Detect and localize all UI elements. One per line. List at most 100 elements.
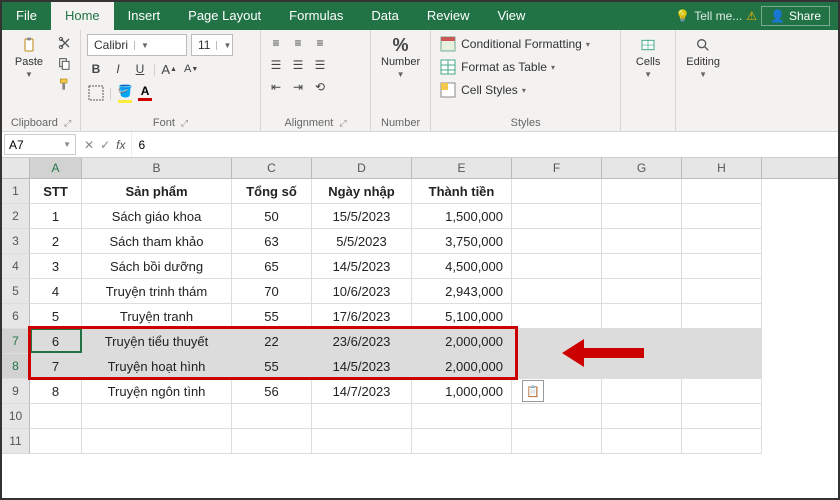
cell[interactable] bbox=[602, 229, 682, 254]
font-name-combo[interactable]: Calibri▼ bbox=[87, 34, 187, 56]
tab-insert[interactable]: Insert bbox=[114, 2, 175, 30]
cell[interactable] bbox=[412, 404, 512, 429]
cell[interactable]: 70 bbox=[232, 279, 312, 304]
font-size-combo[interactable]: 11▼ bbox=[191, 34, 233, 56]
cell[interactable]: 22 bbox=[232, 329, 312, 354]
align-left-icon[interactable]: ☰ bbox=[267, 56, 285, 74]
decrease-indent-icon[interactable]: ⇤ bbox=[267, 78, 285, 96]
tab-file[interactable]: File bbox=[2, 2, 51, 30]
select-all-corner[interactable] bbox=[2, 158, 30, 178]
cell[interactable]: Ngày nhập bbox=[312, 179, 412, 204]
paste-options-button[interactable]: 📋 bbox=[522, 380, 544, 402]
col-header-F[interactable]: F bbox=[512, 158, 602, 178]
tell-me-search[interactable]: 💡 Tell me... bbox=[675, 9, 742, 23]
col-header-C[interactable]: C bbox=[232, 158, 312, 178]
cell[interactable]: 50 bbox=[232, 204, 312, 229]
cell[interactable] bbox=[512, 229, 602, 254]
share-button[interactable]: 👤 Share bbox=[761, 6, 830, 26]
cell[interactable] bbox=[682, 229, 762, 254]
cells-button[interactable]: Cells ▼ bbox=[627, 34, 669, 81]
row-header[interactable]: 8 bbox=[2, 354, 30, 379]
number-format-button[interactable]: % Number ▼ bbox=[377, 34, 424, 81]
col-header-E[interactable]: E bbox=[412, 158, 512, 178]
cell[interactable]: 10/6/2023 bbox=[312, 279, 412, 304]
cell[interactable]: 56 bbox=[232, 379, 312, 404]
row-header[interactable]: 6 bbox=[2, 304, 30, 329]
cell[interactable] bbox=[312, 429, 412, 454]
cell[interactable] bbox=[602, 179, 682, 204]
cell[interactable]: Truyện hoạt hình bbox=[82, 354, 232, 379]
cell[interactable]: Sách bồi dưỡng bbox=[82, 254, 232, 279]
tab-data[interactable]: Data bbox=[357, 2, 412, 30]
cell[interactable] bbox=[602, 279, 682, 304]
cell[interactable]: 3 bbox=[30, 254, 82, 279]
formula-input[interactable]: 6 bbox=[131, 132, 838, 157]
cell[interactable] bbox=[82, 404, 232, 429]
cell[interactable] bbox=[682, 429, 762, 454]
cell[interactable] bbox=[602, 254, 682, 279]
cell[interactable]: Tổng số bbox=[232, 179, 312, 204]
cell[interactable] bbox=[82, 429, 232, 454]
col-header-G[interactable]: G bbox=[602, 158, 682, 178]
cell[interactable] bbox=[602, 204, 682, 229]
cell[interactable]: 6 bbox=[30, 329, 82, 354]
cell[interactable] bbox=[682, 204, 762, 229]
cell[interactable]: 55 bbox=[232, 354, 312, 379]
cell[interactable]: 2,000,000 bbox=[412, 354, 512, 379]
align-top-icon[interactable]: ≡ bbox=[267, 34, 285, 52]
cell[interactable] bbox=[512, 404, 602, 429]
row-header[interactable]: 3 bbox=[2, 229, 30, 254]
col-header-D[interactable]: D bbox=[312, 158, 412, 178]
cell[interactable] bbox=[512, 179, 602, 204]
name-box[interactable]: A7▼ bbox=[4, 134, 76, 155]
cell[interactable]: 4,500,000 bbox=[412, 254, 512, 279]
cell[interactable]: 7 bbox=[30, 354, 82, 379]
increase-font-icon[interactable]: A▲ bbox=[160, 60, 178, 78]
cut-icon[interactable] bbox=[56, 34, 74, 52]
copy-icon[interactable] bbox=[56, 55, 74, 73]
row-header[interactable]: 11 bbox=[2, 429, 30, 454]
cell[interactable] bbox=[512, 254, 602, 279]
font-color-button[interactable]: A bbox=[138, 84, 152, 101]
cell[interactable]: STT bbox=[30, 179, 82, 204]
align-center-icon[interactable]: ☰ bbox=[289, 56, 307, 74]
cell[interactable]: Truyện tiểu thuyết bbox=[82, 329, 232, 354]
cell[interactable]: 14/5/2023 bbox=[312, 354, 412, 379]
cell[interactable]: 63 bbox=[232, 229, 312, 254]
cell-styles-button[interactable]: Cell Styles▾ bbox=[437, 80, 528, 100]
cell[interactable] bbox=[682, 304, 762, 329]
cell[interactable] bbox=[512, 304, 602, 329]
col-header-A[interactable]: A bbox=[30, 158, 82, 178]
editing-button[interactable]: Editing ▼ bbox=[682, 34, 724, 81]
row-header[interactable]: 7 bbox=[2, 329, 30, 354]
cell[interactable]: 2,000,000 bbox=[412, 329, 512, 354]
tab-page-layout[interactable]: Page Layout bbox=[174, 2, 275, 30]
cell[interactable]: 1,500,000 bbox=[412, 204, 512, 229]
cell[interactable]: Sách giáo khoa bbox=[82, 204, 232, 229]
bold-button[interactable]: B bbox=[87, 60, 105, 78]
cell[interactable] bbox=[682, 254, 762, 279]
tab-review[interactable]: Review bbox=[413, 2, 484, 30]
tab-home[interactable]: Home bbox=[51, 2, 114, 30]
format-as-table-button[interactable]: Format as Table▾ bbox=[437, 57, 557, 77]
cell[interactable]: 23/6/2023 bbox=[312, 329, 412, 354]
cell[interactable]: Truyện tranh bbox=[82, 304, 232, 329]
cell[interactable] bbox=[682, 179, 762, 204]
cell[interactable] bbox=[312, 404, 412, 429]
cell[interactable]: 1 bbox=[30, 204, 82, 229]
cell[interactable]: 4 bbox=[30, 279, 82, 304]
enter-icon[interactable]: ✓ bbox=[100, 138, 110, 152]
dialog-launcher-icon[interactable]: ⤢ bbox=[64, 118, 71, 129]
cell[interactable]: 2 bbox=[30, 229, 82, 254]
cell[interactable]: 17/6/2023 bbox=[312, 304, 412, 329]
cell[interactable] bbox=[512, 429, 602, 454]
cell[interactable]: Thành tiền bbox=[412, 179, 512, 204]
cell[interactable] bbox=[682, 404, 762, 429]
align-right-icon[interactable]: ☰ bbox=[311, 56, 329, 74]
cell[interactable]: Truyện ngôn tình bbox=[82, 379, 232, 404]
cell[interactable] bbox=[30, 404, 82, 429]
cell[interactable]: 1,000,000 bbox=[412, 379, 512, 404]
cell[interactable] bbox=[30, 429, 82, 454]
italic-button[interactable]: I bbox=[109, 60, 127, 78]
cell[interactable]: 5/5/2023 bbox=[312, 229, 412, 254]
